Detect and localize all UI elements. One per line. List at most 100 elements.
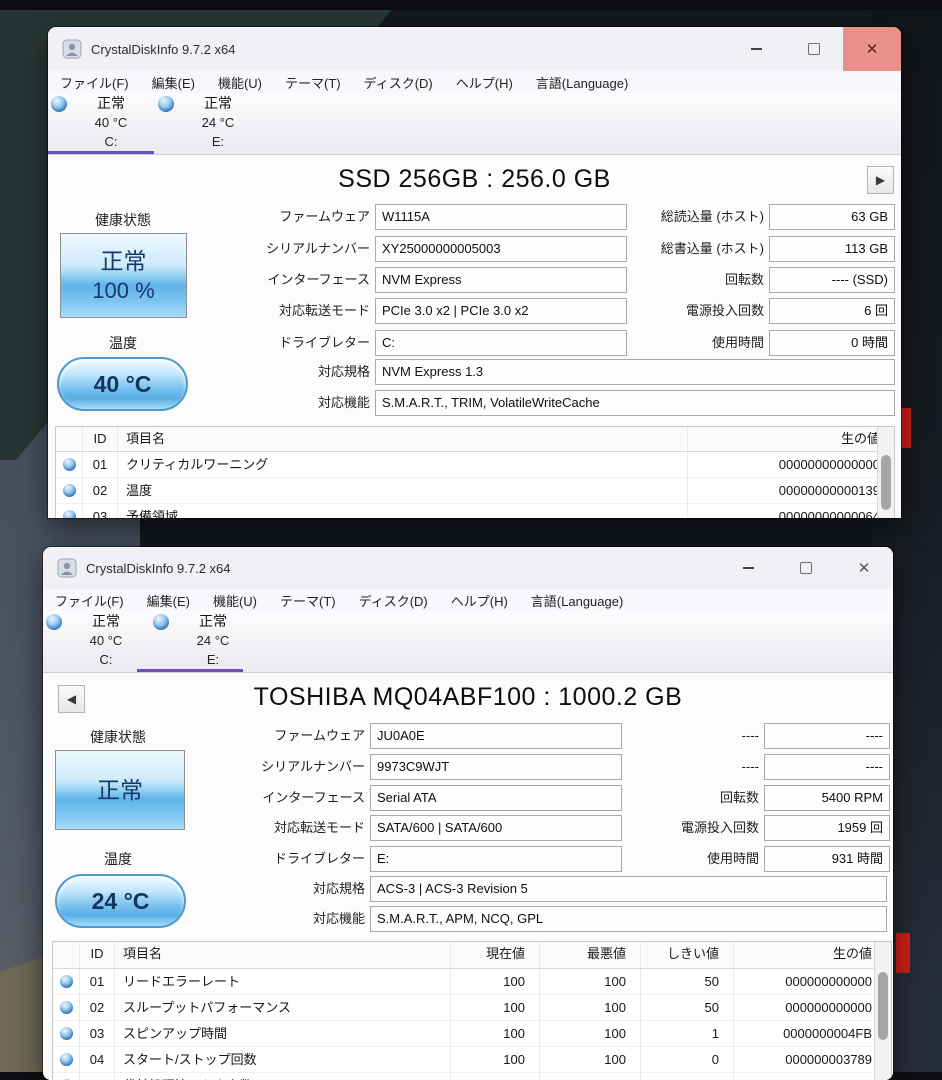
smart-row[interactable]: 02 スループットパフォーマンス 100 100 50 000000000000: [53, 995, 891, 1021]
field-label: シリアルナンバー: [48, 236, 375, 262]
active-drive-underline: [48, 151, 154, 154]
field-label: 対応規格: [43, 876, 370, 902]
smart-current: 100: [450, 1047, 539, 1072]
serial-value: XY25000000005003: [375, 236, 627, 262]
titlebar[interactable]: CrystalDiskInfo 9.7.2 x64 ✕: [43, 547, 893, 589]
scrollbar-thumb[interactable]: [878, 972, 888, 1040]
rotation-rate-value: ---- (SSD): [769, 267, 895, 293]
worst-column-header[interactable]: 最悪値: [539, 942, 640, 968]
id-column-header[interactable]: ID: [83, 427, 118, 451]
attribute-column-header[interactable]: 項目名: [115, 942, 450, 968]
close-icon: ✕: [866, 40, 879, 58]
next-drive-button[interactable]: ▶: [867, 166, 894, 194]
minimize-button[interactable]: [727, 27, 785, 71]
menu-item-function[interactable]: 機能(U): [213, 591, 257, 610]
field-label: インターフェース: [43, 785, 370, 811]
previous-drive-button[interactable]: ◀: [58, 685, 85, 713]
drive-tab-c[interactable]: 正常 40 °C C:: [44, 612, 150, 670]
smart-row[interactable]: 01 クリティカルワーニング 00000000000000: [56, 452, 894, 478]
field-label: 使用時間: [707, 846, 764, 872]
smart-name: スピンアップ時間: [115, 1021, 450, 1046]
close-button[interactable]: ✕: [843, 27, 901, 71]
smart-raw: 000000000000: [733, 969, 880, 994]
smart-threshold: 50: [640, 969, 733, 994]
smart-row[interactable]: 04 スタート/ストップ回数 100 100 0 000000003789: [53, 1047, 891, 1073]
smart-row[interactable]: 01 リードエラーレート 100 100 50 000000000000: [53, 969, 891, 995]
menu-item-theme[interactable]: テーマ(T): [280, 591, 336, 610]
attribute-column-header[interactable]: 項目名: [118, 427, 687, 451]
table-scrollbar[interactable]: [874, 942, 891, 1080]
drive-status: 正常: [178, 94, 258, 113]
drive-panel: TOSHIBA MQ04ABF100 : 1000.2 GB ◀ 健康状態 正常…: [43, 673, 893, 1080]
field-label: シリアルナンバー: [43, 754, 370, 780]
background-red-stripe: [896, 933, 910, 973]
smart-row[interactable]: 03 予備領域 00000000000064: [56, 504, 894, 518]
current-column-header[interactable]: 現在値: [450, 942, 539, 968]
field-label: ドライブレター: [48, 330, 375, 356]
drive-ticker: 正常 40 °C C: 正常 24 °C E:: [43, 611, 893, 673]
maximize-button[interactable]: [777, 547, 835, 589]
smart-current: 100: [450, 995, 539, 1020]
close-icon: ✕: [858, 559, 871, 577]
field-label: 回転数: [720, 785, 764, 811]
menu-item-language[interactable]: 言語(Language): [531, 591, 624, 610]
maximize-button[interactable]: [785, 27, 843, 71]
minimize-button[interactable]: [719, 547, 777, 589]
field-label: 対応機能: [43, 906, 370, 932]
menu-item-file[interactable]: ファイル(F): [60, 73, 129, 92]
smart-current: 100: [450, 1073, 539, 1080]
close-button[interactable]: ✕: [835, 547, 893, 589]
drive-ticker: 正常 40 °C C: 正常 24 °C E:: [48, 93, 901, 155]
drive-temp: 40 °C: [66, 631, 146, 650]
field-label: ファームウェア: [43, 723, 370, 749]
field-label: 対応転送モード: [43, 815, 370, 841]
table-scrollbar[interactable]: [877, 427, 894, 518]
transfer-mode-value: PCIe 3.0 x2 | PCIe 3.0 x2: [375, 298, 627, 324]
power-on-hours-value: 931 時間: [764, 846, 890, 872]
menu-item-help[interactable]: ヘルプ(H): [456, 73, 513, 92]
status-orb-icon: [60, 1053, 73, 1066]
menu-item-edit[interactable]: 編集(E): [152, 73, 195, 92]
raw-column-header[interactable]: 生の値: [733, 942, 880, 968]
drive-status: 正常: [66, 612, 146, 631]
smart-row[interactable]: 03 スピンアップ時間 100 100 1 0000000004FB: [53, 1021, 891, 1047]
drive-tab-e[interactable]: 正常 24 °C E:: [151, 612, 257, 670]
desktop-background: [0, 0, 942, 10]
drive-letter-value: E:: [370, 846, 622, 872]
features-value: S.M.A.R.T., APM, NCQ, GPL: [370, 906, 887, 932]
titlebar[interactable]: CrystalDiskInfo 9.7.2 x64 ✕: [48, 27, 901, 71]
smart-id: 02: [80, 995, 115, 1020]
smart-table: ID 項目名 生の値 01 クリティカルワーニング 00000000000000…: [55, 426, 895, 518]
id-column-header[interactable]: ID: [80, 942, 115, 968]
app-icon: [62, 39, 82, 59]
threshold-column-header[interactable]: しきい値: [640, 942, 733, 968]
menu-item-language[interactable]: 言語(Language): [536, 73, 629, 92]
drive-letter: E:: [178, 132, 258, 151]
smart-raw: 00000000000000: [687, 452, 888, 477]
menu-item-disk[interactable]: ディスク(D): [364, 73, 433, 92]
next-arrow-icon: ▶: [876, 173, 885, 187]
status-orb-icon: [63, 458, 76, 471]
menu-item-file[interactable]: ファイル(F): [55, 591, 124, 610]
smart-row[interactable]: 05 代替処理済のセクタ数 100 100 10 000000000000: [53, 1073, 891, 1080]
status-orb-icon: [51, 96, 67, 112]
menu-item-disk[interactable]: ディスク(D): [359, 591, 428, 610]
transfer-mode-value: SATA/600 | SATA/600: [370, 815, 622, 841]
raw-column-header[interactable]: 生の値: [687, 427, 888, 451]
window-title: CrystalDiskInfo 9.7.2 x64: [86, 561, 231, 576]
smart-table: ID 項目名 現在値 最悪値 しきい値 生の値 01 リードエラーレート 100…: [52, 941, 892, 1080]
status-column-header: [56, 427, 83, 451]
previous-arrow-icon: ◀: [67, 692, 76, 706]
scrollbar-thumb[interactable]: [881, 455, 891, 510]
standard-value: NVM Express 1.3: [375, 359, 895, 385]
drive-tab-e[interactable]: 正常 24 °C E:: [156, 94, 262, 152]
smart-worst: 100: [539, 969, 640, 994]
menu-item-edit[interactable]: 編集(E): [147, 591, 190, 610]
menu-item-function[interactable]: 機能(U): [218, 73, 262, 92]
interface-value: NVM Express: [375, 267, 627, 293]
drive-tab-c[interactable]: 正常 40 °C C:: [49, 94, 155, 152]
smart-row[interactable]: 02 温度 00000000000139: [56, 478, 894, 504]
menu-item-help[interactable]: ヘルプ(H): [451, 591, 508, 610]
menu-item-theme[interactable]: テーマ(T): [285, 73, 341, 92]
field-label: 回転数: [725, 267, 769, 293]
